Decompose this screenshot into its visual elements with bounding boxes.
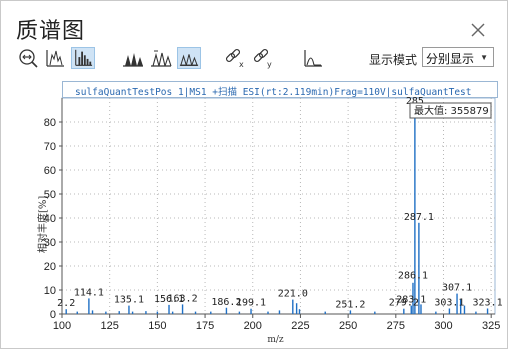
display-mode-value: 分别显示	[426, 52, 475, 66]
peak-label: 135.1	[114, 295, 144, 306]
x-tick-label: 250	[339, 320, 357, 332]
x-tick-label: 125	[101, 320, 119, 332]
x-tick-label: 100	[53, 320, 71, 332]
peak-label: 283.1	[396, 295, 426, 306]
peak-label: 2.2	[57, 298, 75, 309]
x-tick-label: 300	[434, 320, 452, 332]
toolbar: x y 显示模式 分别显示 ▼	[17, 47, 497, 71]
svg-text:x: x	[239, 60, 244, 69]
peak-label: 303.1	[434, 297, 464, 308]
integrate-icon[interactable]	[301, 47, 325, 69]
y-tick-label: 20	[44, 261, 56, 273]
x-tick-label: 175	[196, 320, 214, 332]
zoom-fit-icon[interactable]	[17, 47, 41, 69]
y-tick-label: 50	[44, 189, 56, 201]
mass-spectrum-dialog: 质谱图 x y 显示模式 分别显示 ▼ sulfaQuantTestPos_1|…	[0, 0, 508, 349]
y-tick-label: 40	[44, 213, 56, 225]
y-tick-label: 60	[44, 165, 56, 177]
x-axis-label: m/z	[267, 335, 284, 345]
profile-bar-icon[interactable]	[71, 47, 95, 69]
link-x-icon[interactable]: x	[223, 47, 247, 69]
peak-label: 323.1	[473, 297, 503, 308]
spectrum-plot[interactable]: 100 125 150 175 200 225 250 275 300 325 0 10 20 30 40 5…	[1, 75, 507, 348]
window-title: 质谱图	[16, 19, 86, 44]
close-icon[interactable]	[469, 21, 487, 39]
x-tick-label: 225	[291, 320, 309, 332]
display-mode-select[interactable]: 分别显示 ▼	[422, 47, 494, 67]
peak-label-mass-icon[interactable]	[149, 47, 173, 69]
peak-label: 251.2	[335, 299, 365, 310]
x-tick-label: 150	[148, 320, 166, 332]
y-tick-label: 0	[50, 309, 56, 321]
peak-label: 199.1	[236, 298, 266, 309]
peak-label-icon[interactable]	[121, 47, 145, 69]
peak-label: 221.0	[278, 289, 308, 300]
peak-label-area-icon[interactable]	[177, 47, 201, 69]
peak-label: 286.1	[398, 270, 428, 281]
max-value-text: 最大值: 355879	[414, 104, 489, 117]
plot-area	[61, 97, 496, 315]
peak-label: 287.1	[404, 212, 434, 223]
x-tick-label: 275	[387, 320, 405, 332]
x-tick-label: 200	[244, 320, 262, 332]
svg-text:y: y	[267, 60, 272, 69]
display-mode-label: 显示模式	[369, 53, 418, 67]
y-tick-label: 80	[44, 117, 56, 129]
peak-label: 163.2	[167, 293, 197, 304]
link-y-icon[interactable]: y	[251, 47, 275, 69]
peak-label: 114.1	[74, 287, 104, 298]
chevron-down-icon: ▼	[480, 53, 488, 62]
y-tick-label: 70	[44, 141, 56, 153]
y-tick-label: 10	[44, 285, 56, 297]
y-tick-label: 30	[44, 237, 56, 249]
spectrum-chart[interactable]: sulfaQuantTestPos_1|MS1 +扫描 ESI(rt:2.119…	[1, 75, 507, 348]
centroid-icon[interactable]	[43, 47, 67, 69]
peak-label: 307.1	[442, 283, 472, 294]
x-tick-label: 325	[482, 320, 500, 332]
